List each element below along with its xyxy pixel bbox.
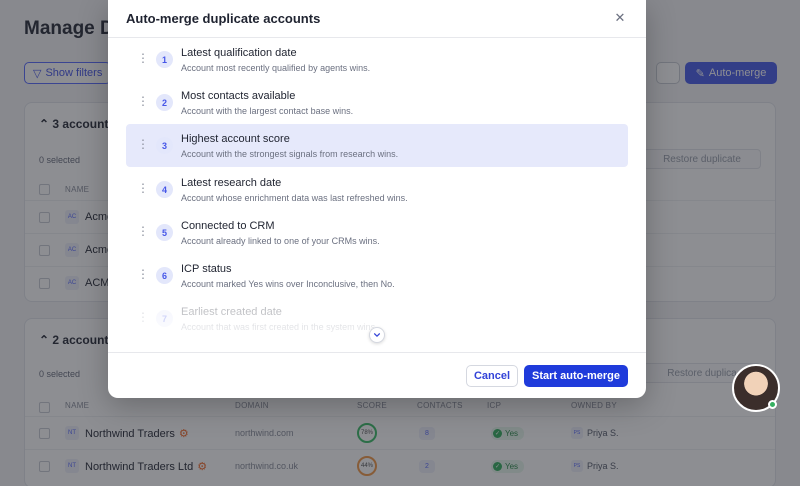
- chevron-down-icon: [373, 333, 381, 337]
- rule-description: Account most recently qualified by agent…: [181, 63, 371, 73]
- rule-number: 1: [156, 51, 173, 68]
- rule-number: 5: [156, 224, 173, 241]
- merge-rules-list[interactable]: ⋮ 1 Latest qualification date Account mo…: [108, 38, 646, 352]
- close-icon[interactable]: ✕: [612, 10, 628, 26]
- rule-title: Latest qualification date: [181, 47, 297, 59]
- merge-rule-item[interactable]: ⋮ 5 Connected to CRM Account already lin…: [126, 211, 628, 254]
- assistant-avatar[interactable]: [732, 364, 780, 412]
- auto-merge-dialog: Auto-merge duplicate accounts ✕ ⋮ 1 Late…: [108, 0, 646, 398]
- drag-handle-icon[interactable]: ⋮: [137, 311, 149, 323]
- drag-handle-icon[interactable]: ⋮: [137, 268, 149, 280]
- rule-number: 4: [156, 181, 173, 198]
- rule-number: 7: [156, 310, 173, 327]
- rule-description: Account that was first created in the sy…: [181, 322, 378, 332]
- rule-title: Latest research date: [181, 177, 282, 189]
- rule-title: Most contacts available: [181, 90, 296, 102]
- rule-description: Account with the largest contact base wi…: [181, 106, 354, 116]
- merge-rule-item[interactable]: ⋮ 6 ICP status Account marked Yes wins o…: [126, 254, 628, 297]
- rule-description: Account already linked to one of your CR…: [181, 236, 380, 246]
- drag-handle-icon[interactable]: ⋮: [137, 225, 149, 237]
- rule-title: Highest account score: [181, 133, 290, 145]
- dialog-header: Auto-merge duplicate accounts ✕: [108, 0, 646, 38]
- rule-title: ICP status: [181, 263, 232, 275]
- merge-rule-item[interactable]: ⋮ 2 Most contacts available Account with…: [126, 81, 628, 124]
- drag-handle-icon[interactable]: ⋮: [137, 52, 149, 64]
- rule-number: 2: [156, 94, 173, 111]
- scroll-down-button[interactable]: [369, 327, 385, 343]
- rule-number: 3: [156, 137, 173, 154]
- merge-rule-item-active[interactable]: ⋮ 3 Highest account score Account with t…: [126, 124, 628, 167]
- online-status-dot: [768, 400, 777, 409]
- dialog-title: Auto-merge duplicate accounts: [126, 11, 321, 26]
- drag-handle-icon[interactable]: ⋮: [137, 95, 149, 107]
- drag-handle-icon[interactable]: ⋮: [137, 182, 149, 194]
- rule-number: 6: [156, 267, 173, 284]
- start-auto-merge-button[interactable]: Start auto-merge: [524, 365, 628, 387]
- cancel-button[interactable]: Cancel: [466, 365, 518, 387]
- rule-description: Account marked Yes wins over Inconclusiv…: [181, 279, 395, 289]
- dialog-footer: Cancel Start auto-merge: [108, 352, 646, 398]
- merge-rule-item[interactable]: ⋮ 1 Latest qualification date Account mo…: [126, 38, 628, 81]
- rule-description: Account with the strongest signals from …: [181, 149, 399, 159]
- rule-title: Earliest created date: [181, 306, 282, 318]
- rule-description: Account whose enrichment data was last r…: [181, 193, 408, 203]
- rule-title: Connected to CRM: [181, 220, 275, 232]
- merge-rule-item[interactable]: ⋮ 4 Latest research date Account whose e…: [126, 168, 628, 211]
- drag-handle-icon[interactable]: ⋮: [137, 138, 149, 150]
